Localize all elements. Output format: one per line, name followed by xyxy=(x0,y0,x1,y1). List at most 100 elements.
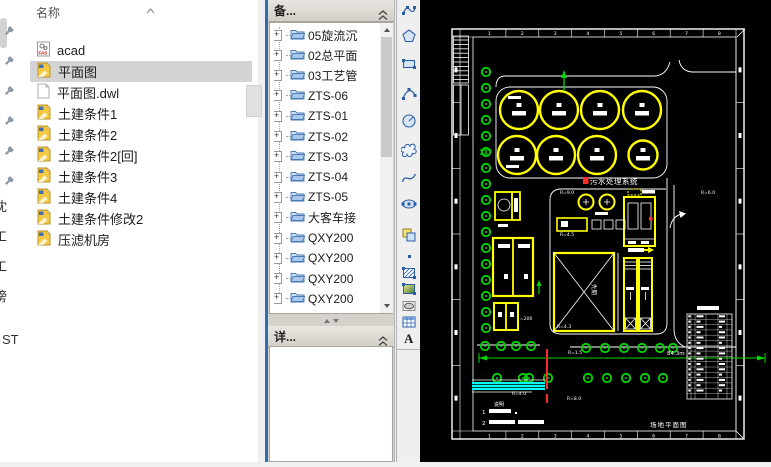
folder-icon xyxy=(290,271,305,286)
expand-plus-icon[interactable]: + xyxy=(274,30,282,41)
multiline-text-tool-icon[interactable]: A xyxy=(401,330,417,346)
revision-cloud-tool-icon[interactable] xyxy=(401,143,417,159)
file-row[interactable]: 平面图 xyxy=(30,61,252,82)
tree-item-label: ZTS-06 xyxy=(308,89,348,103)
pin-icon[interactable] xyxy=(3,24,15,36)
circle-tool-icon[interactable] xyxy=(401,113,417,129)
radius-label: R=4.3 xyxy=(557,324,571,330)
tree-item-label: 05旋流沉 xyxy=(308,27,357,44)
pin-icon[interactable] xyxy=(3,54,15,66)
region-tool-icon[interactable] xyxy=(401,298,417,314)
file-row[interactable]: 压滤机房 xyxy=(30,229,252,250)
rectangle-tool-icon[interactable] xyxy=(401,56,417,72)
radius-label: R=1.5 xyxy=(568,350,582,356)
tree-scrollbar-thumb[interactable] xyxy=(381,37,392,157)
file-row[interactable]: 土建条件2 xyxy=(30,124,252,145)
tree-item[interactable]: + ZTS-05 xyxy=(274,187,384,207)
tree-scrollbar[interactable] xyxy=(380,23,393,313)
polygon-tool-icon[interactable] xyxy=(401,28,417,44)
dwg-file-icon xyxy=(36,62,52,81)
table-tool-icon[interactable] xyxy=(401,314,417,330)
tree-item[interactable]: +ZTS-04 xyxy=(274,167,384,187)
expand-plus-icon[interactable]: + xyxy=(274,70,282,81)
file-name: 压滤机房 xyxy=(58,230,110,249)
arc-tool-icon[interactable] xyxy=(401,85,417,101)
folder-icon xyxy=(290,149,305,164)
tree-item[interactable]: +QXY200 xyxy=(274,248,384,268)
tree-item[interactable]: +05旋流沉 xyxy=(274,25,384,45)
file-row[interactable]: 土建条件4 xyxy=(30,187,252,208)
fas-file-icon: FAS xyxy=(36,41,51,60)
scroll-up-button[interactable] xyxy=(380,23,393,36)
nav-item-label[interactable]: 滂 xyxy=(0,286,16,305)
eq-label: =200 xyxy=(520,316,532,322)
tree-item[interactable]: +03工艺管 xyxy=(274,66,384,86)
nav-item-label[interactable]: 工 xyxy=(0,256,16,275)
svg-text:A: A xyxy=(404,331,414,346)
cad-canvas[interactable]: 1122334455667788 xyxy=(420,0,771,462)
explorer-scrollbar-thumb[interactable] xyxy=(246,85,262,117)
details-panel-header[interactable]: 详... xyxy=(268,326,394,348)
expand-plus-icon[interactable]: + xyxy=(274,151,282,162)
expand-plus-icon[interactable]: + xyxy=(274,233,282,244)
expand-plus-icon[interactable]: + xyxy=(274,111,282,122)
expand-plus-icon[interactable]: + xyxy=(274,172,282,183)
sort-ascending-icon[interactable] xyxy=(146,1,155,19)
polyline-tool-icon[interactable] xyxy=(401,2,417,18)
insert-block-tool-icon[interactable] xyxy=(401,227,417,243)
pin-icon[interactable] xyxy=(3,84,15,96)
expand-plus-icon[interactable]: + xyxy=(274,131,282,142)
nav-item-label[interactable]: ST xyxy=(2,332,24,347)
expand-plus-icon[interactable]: + xyxy=(274,253,282,264)
notes-heading: 说明 xyxy=(494,401,504,408)
scroll-down-button[interactable] xyxy=(380,299,393,312)
tree-item[interactable]: +ZTS-01 xyxy=(274,106,384,126)
nav-item-label[interactable]: 工 xyxy=(0,226,16,245)
expand-plus-icon[interactable]: + xyxy=(274,293,282,304)
tree-item[interactable]: +QXY200 xyxy=(274,289,384,309)
radius-label: R=8.0 xyxy=(567,396,581,402)
tree-panel-header[interactable]: 备... xyxy=(268,0,394,22)
point-tool-icon[interactable] xyxy=(401,248,417,264)
tree-item[interactable]: +ZTS-02 xyxy=(274,127,384,147)
tree-item[interactable]: + ZTS-06 xyxy=(274,86,384,106)
tree-item[interactable]: +ZTS-03 xyxy=(274,147,384,167)
file-row[interactable]: 平面图.dwl xyxy=(30,82,252,103)
pin-icon[interactable] xyxy=(3,144,15,156)
file-row[interactable]: 土建条件2[回] xyxy=(30,145,252,166)
hatch-tool-icon[interactable] xyxy=(401,265,417,281)
pin-icon[interactable] xyxy=(3,174,15,186)
svg-text:2: 2 xyxy=(521,434,524,440)
file-row[interactable]: 土建条件1 xyxy=(30,103,252,124)
tree-item[interactable]: +大客车接 xyxy=(274,208,384,228)
panel-splitter[interactable] xyxy=(314,316,348,325)
sheet-tree: +05旋流沉+02总平面+03工艺管+ZTS-06+ZTS-01+ZTS-02+… xyxy=(269,22,393,314)
file-name: 土建条件4 xyxy=(58,188,117,207)
tree-item[interactable]: +QXY200 xyxy=(274,228,384,248)
explorer-nav-strip: 沈 工 工 滂 ST xyxy=(0,0,28,462)
gradient-tool-icon[interactable] xyxy=(401,281,417,297)
dwg-file-icon xyxy=(36,209,52,228)
file-row[interactable]: 土建条件修改2 xyxy=(30,208,252,229)
tree-item[interactable]: +QXY200 xyxy=(274,269,384,289)
column-header-name[interactable]: 名称 xyxy=(36,4,60,21)
file-row[interactable]: 土建条件3 xyxy=(30,166,252,187)
tree-item[interactable]: +02总平面 xyxy=(274,45,384,65)
folder-icon xyxy=(290,251,305,266)
expand-plus-icon[interactable]: + xyxy=(274,212,282,223)
draw-toolbar: A xyxy=(396,0,421,462)
spline-tool-icon[interactable] xyxy=(401,170,417,186)
expand-plus-icon[interactable]: + xyxy=(274,90,282,101)
expand-plus-icon[interactable]: + xyxy=(274,273,282,284)
expand-plus-icon[interactable]: + xyxy=(274,192,282,203)
tree-item-label: 03工艺管 xyxy=(308,67,357,84)
ellipse-tool-icon[interactable] xyxy=(401,196,417,212)
red-equipment-mark xyxy=(649,217,653,221)
tree-item-label: ZTS-05 xyxy=(308,190,348,204)
expand-plus-icon[interactable]: + xyxy=(274,50,282,61)
nav-item-label[interactable]: 沈 xyxy=(0,196,16,215)
file-row[interactable]: FASacad xyxy=(30,40,252,61)
file-list-panel: 名称 FASacad平面图平面图.dwl土建条件1土建条件2土建条件2[回]土建… xyxy=(28,0,258,462)
pin-icon[interactable] xyxy=(3,114,15,126)
svg-text:7: 7 xyxy=(685,434,688,440)
